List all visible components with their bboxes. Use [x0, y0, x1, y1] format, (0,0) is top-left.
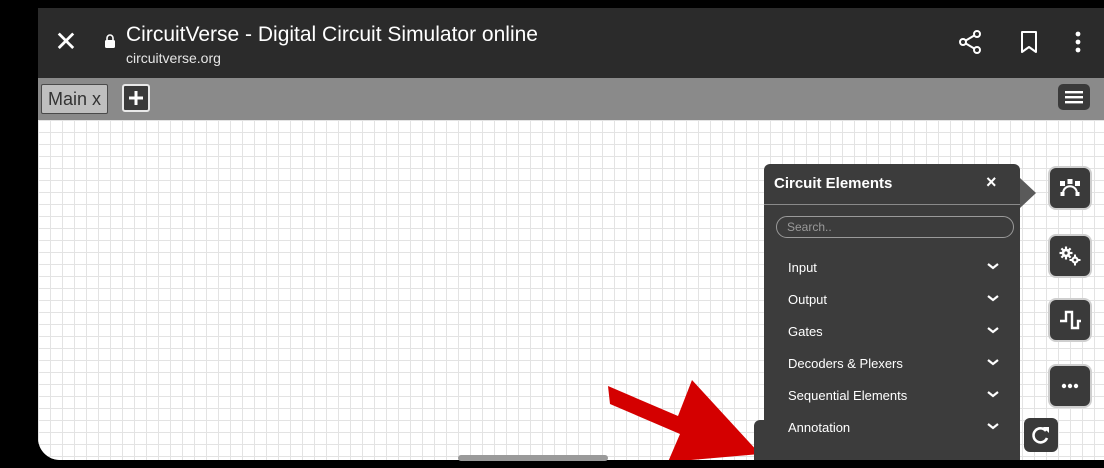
category-label: Output — [788, 292, 828, 307]
ellipsis-icon — [1061, 383, 1079, 389]
bezier-curve-icon — [1060, 179, 1080, 196]
waveform-icon — [1060, 310, 1081, 330]
chevron-down-icon — [987, 327, 999, 334]
lock-icon — [105, 34, 115, 48]
category-annotation[interactable]: Annotation — [764, 412, 1020, 444]
plus-icon — [129, 91, 143, 105]
screen: ✕ CircuitVerse - Digital Circuit Simulat… — [38, 8, 1104, 460]
panel-header: Circuit Elements × — [764, 164, 1020, 205]
red-arrow-icon — [608, 380, 760, 460]
refresh-icon — [1032, 427, 1049, 444]
hamburger-icon — [1065, 91, 1083, 104]
refresh-button[interactable] — [1024, 418, 1058, 452]
page-url[interactable]: circuitverse.org — [126, 50, 221, 66]
circuit-elements-panel: Circuit Elements × Input Output Gates De… — [764, 164, 1020, 460]
chevron-down-icon — [987, 359, 999, 366]
circuit-tab-bar: Main x — [38, 78, 1104, 120]
category-label: Annotation — [788, 420, 851, 435]
panel-pointer — [1020, 178, 1036, 208]
close-panel-button[interactable]: × — [986, 172, 997, 193]
page-title: CircuitVerse - Digital Circuit Simulator… — [126, 23, 538, 46]
chevron-down-icon — [987, 391, 999, 398]
menu-button[interactable] — [1058, 84, 1090, 110]
bookmark-icon[interactable] — [1013, 26, 1045, 58]
more-vert-icon[interactable] — [1062, 26, 1094, 58]
category-decoders-plexers[interactable]: Decoders & Plexers — [764, 348, 1020, 380]
category-input[interactable]: Input — [764, 252, 1020, 284]
category-sequential-elements[interactable]: Sequential Elements — [764, 380, 1020, 412]
add-tab-button[interactable] — [122, 84, 150, 112]
circuit-elements-button[interactable] — [1048, 166, 1092, 210]
more-tools-button[interactable] — [1048, 364, 1092, 408]
gesture-bar[interactable] — [458, 455, 608, 461]
tab-main[interactable]: Main x — [41, 84, 109, 114]
browser-toolbar: ✕ CircuitVerse - Digital Circuit Simulat… — [38, 8, 1104, 78]
search-input[interactable] — [776, 216, 1014, 238]
chevron-down-icon — [987, 295, 999, 302]
category-gates[interactable]: Gates — [764, 316, 1020, 348]
gears-icon — [1059, 246, 1081, 266]
share-icon[interactable] — [954, 26, 986, 58]
properties-button[interactable] — [1048, 234, 1092, 278]
category-label: Decoders & Plexers — [788, 356, 903, 371]
timing-diagram-button[interactable] — [1048, 298, 1092, 342]
chevron-down-icon — [987, 423, 999, 430]
category-label: Sequential Elements — [788, 388, 908, 403]
close-icon[interactable]: ✕ — [50, 26, 82, 58]
category-label: Gates — [788, 324, 823, 339]
panel-title: Circuit Elements — [774, 175, 893, 192]
chevron-down-icon — [987, 263, 999, 270]
category-label: Input — [788, 260, 817, 275]
category-output[interactable]: Output — [764, 284, 1020, 316]
